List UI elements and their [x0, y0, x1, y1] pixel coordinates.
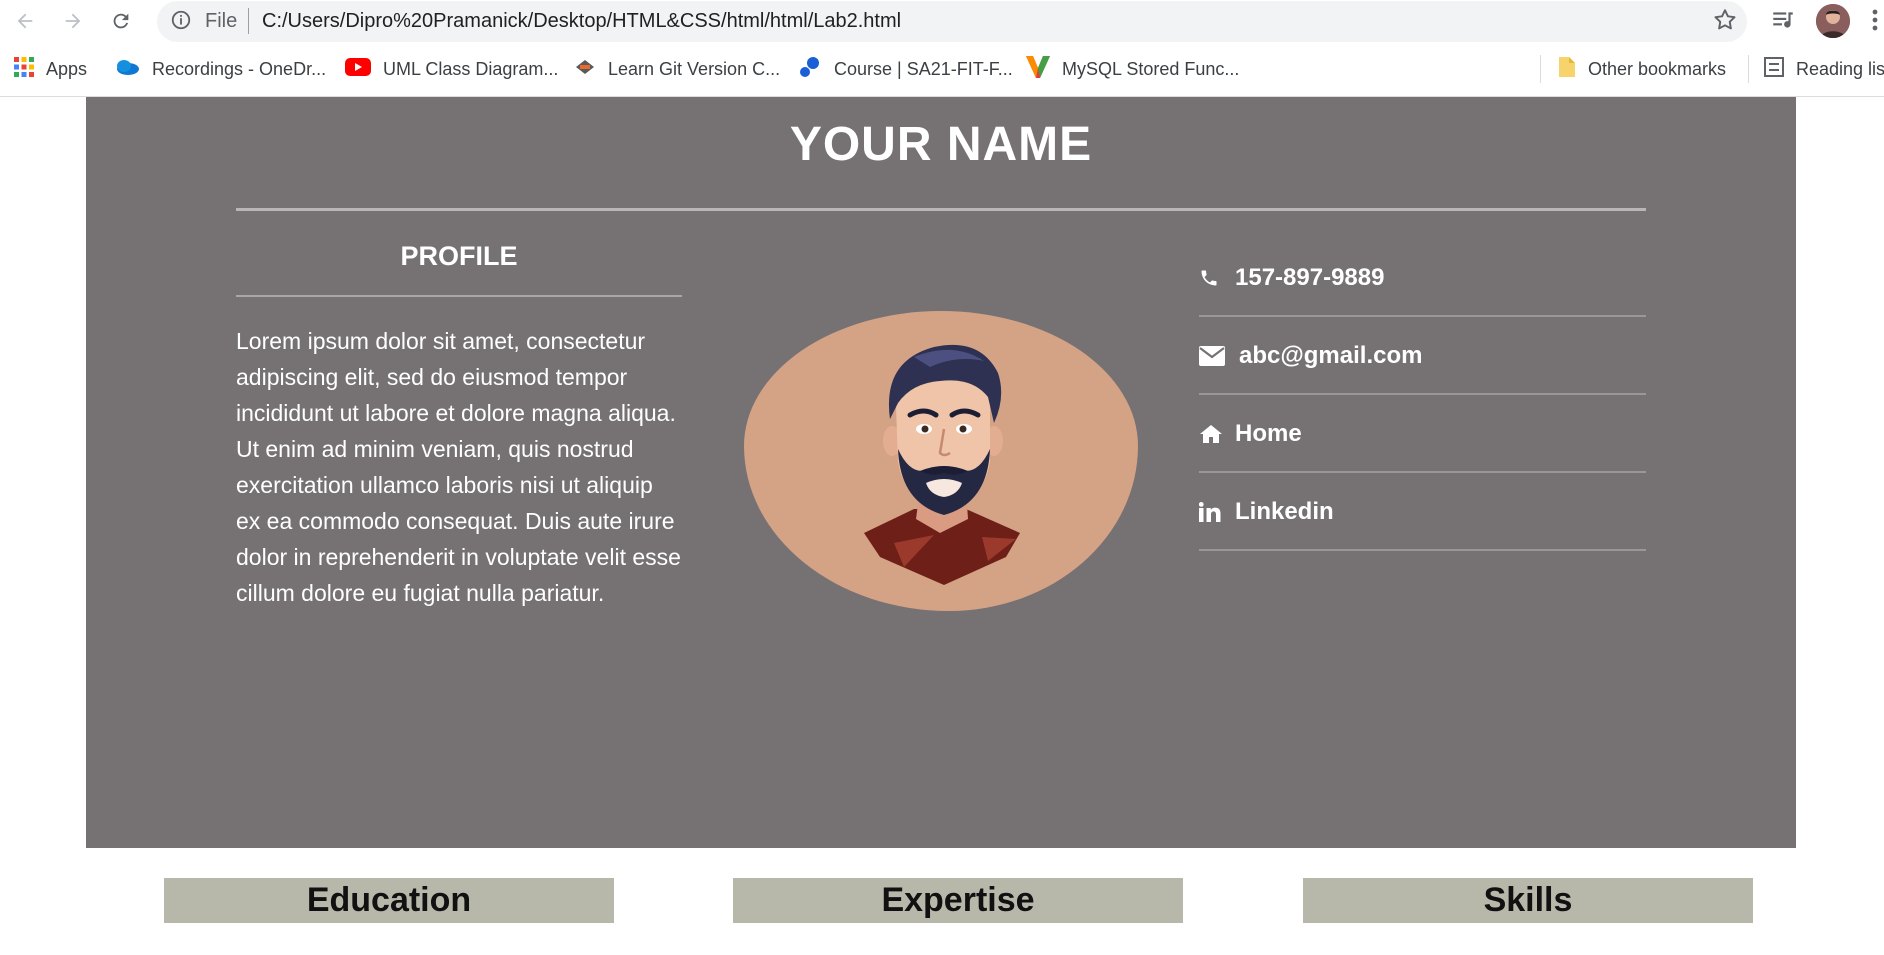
- bookmark-other[interactable]: Other bookmarks: [1558, 56, 1726, 82]
- bookmark-label: Other bookmarks: [1588, 58, 1727, 79]
- arrow-right-icon: [65, 13, 81, 29]
- browser-chrome: File C:/Users/Dipro%20Pramanick/Desktop/…: [0, 0, 1884, 97]
- contact-label: abc@gmail.com: [1239, 342, 1423, 369]
- forward-button[interactable]: [58, 6, 88, 36]
- url-scheme: File: [205, 10, 238, 32]
- contact-phone[interactable]: 157-897-9889: [1199, 239, 1646, 317]
- tab-expertise[interactable]: Expertise: [733, 878, 1183, 923]
- browser-menu-icon[interactable]: [1870, 7, 1880, 38]
- bookmark-git[interactable]: Learn Git Version C...: [574, 56, 780, 82]
- bookmark-reading-list[interactable]: Reading lis: [1764, 56, 1884, 82]
- bookmark-label: UML Class Diagram...: [383, 58, 559, 79]
- phone-icon: [1199, 239, 1225, 317]
- reading-list-icon: [1764, 56, 1784, 82]
- contact-email[interactable]: abc@gmail.com: [1199, 317, 1646, 395]
- contact-divider: [1199, 549, 1646, 551]
- bookmark-recordings[interactable]: Recordings - OneDr...: [114, 56, 326, 82]
- folder-icon: [1558, 56, 1576, 83]
- arrow-left-icon: [17, 13, 33, 29]
- bookmark-star-icon[interactable]: [1712, 7, 1738, 38]
- linkedin-icon: [1199, 473, 1225, 551]
- git-course-icon: [574, 58, 596, 81]
- contact-label: Home: [1235, 420, 1302, 447]
- header-divider: [236, 208, 1646, 211]
- bookmark-apps[interactable]: Apps: [14, 56, 87, 82]
- contact-label: 157-897-9889: [1235, 264, 1385, 291]
- back-button[interactable]: [10, 6, 40, 36]
- bookmark-divider: [1540, 55, 1541, 83]
- contact-home[interactable]: Home: [1199, 395, 1646, 473]
- bookmark-label: Reading lis: [1796, 58, 1884, 79]
- bookmark-label: MySQL Stored Func...: [1062, 58, 1240, 79]
- resume-header-section: YOUR NAME PROFILE Lorem ipsum dolor sit …: [86, 97, 1796, 848]
- resume-name: YOUR NAME: [789, 118, 1093, 171]
- tab-skills[interactable]: Skills: [1303, 878, 1753, 923]
- bookmark-label: Learn Git Version C...: [608, 58, 781, 79]
- profile-divider: [236, 295, 682, 297]
- bookmark-course[interactable]: Course | SA21-FIT-F...: [798, 56, 1013, 82]
- reload-button[interactable]: [106, 6, 136, 36]
- contact-linkedin[interactable]: Linkedin: [1199, 473, 1646, 551]
- envelope-icon: [1199, 317, 1225, 395]
- mysql-icon: [1026, 55, 1050, 83]
- reload-icon: [113, 13, 129, 29]
- bookmark-label: Recordings - OneDr...: [152, 58, 327, 79]
- contact-label: Linkedin: [1235, 498, 1334, 525]
- avatar-illustration: [744, 311, 1138, 611]
- bearded-man-avatar-icon: [864, 344, 1020, 585]
- profile-avatar[interactable]: [1816, 4, 1850, 38]
- bookmark-divider: [1748, 55, 1749, 83]
- bookmark-uml[interactable]: UML Class Diagram...: [345, 56, 558, 82]
- youtube-icon: [345, 57, 371, 81]
- onedrive-icon: [114, 58, 140, 81]
- bookmark-label: Apps: [46, 58, 88, 79]
- bookmark-label: Course | SA21-FIT-F...: [834, 58, 1013, 79]
- course-icon: [798, 56, 822, 83]
- bookmark-mysql[interactable]: MySQL Stored Func...: [1026, 55, 1240, 83]
- apps-grid-icon: [14, 56, 34, 82]
- home-icon: [1199, 395, 1225, 473]
- url-text[interactable]: C:/Users/Dipro%20Pramanick/Desktop/HTML&…: [262, 10, 901, 33]
- profile-heading: PROFILE: [400, 241, 518, 271]
- site-info-icon[interactable]: [170, 9, 192, 36]
- tab-education[interactable]: Education: [164, 878, 614, 923]
- media-queue-icon[interactable]: [1770, 7, 1796, 38]
- address-separator: [248, 8, 249, 34]
- profile-text: Lorem ipsum dolor sit amet, consectetur …: [236, 328, 681, 606]
